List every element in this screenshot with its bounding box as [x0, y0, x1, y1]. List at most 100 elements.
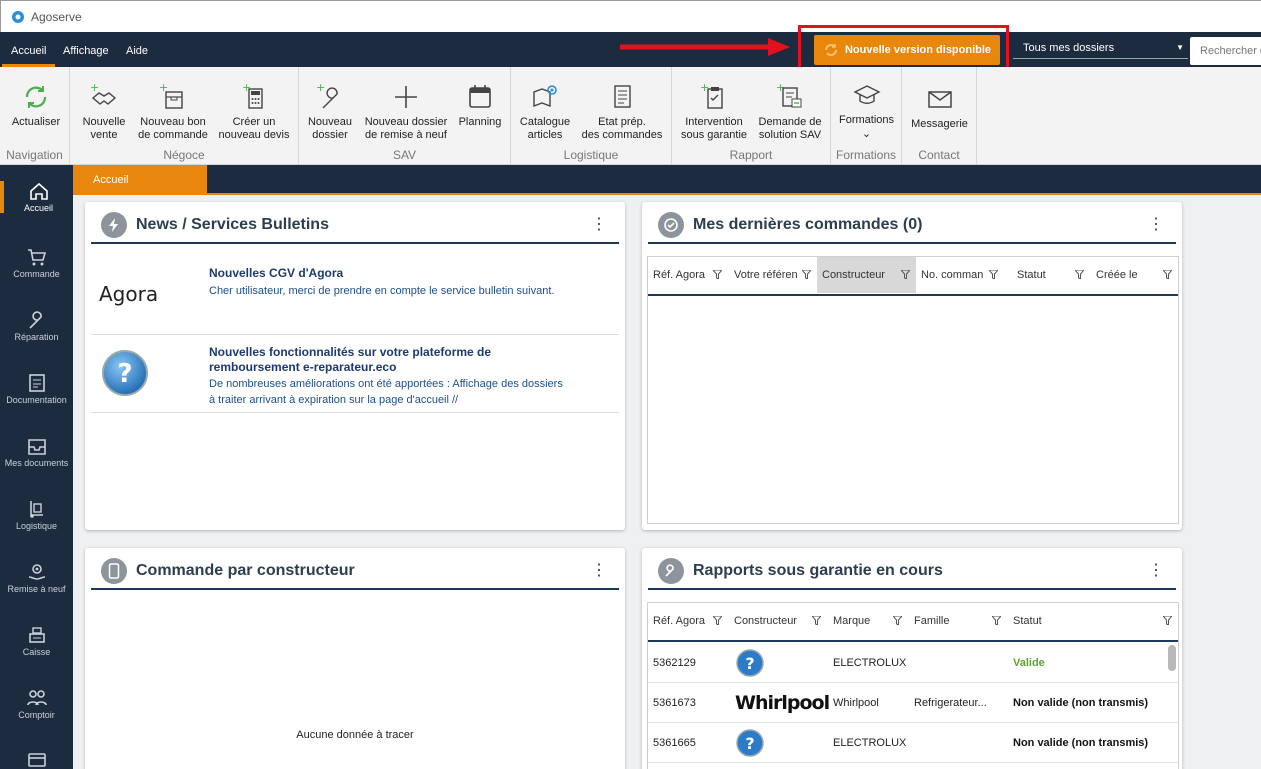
ribbon-group-negoce: + Nouvelle vente + Nouveau bon de comman…: [70, 67, 299, 165]
filter-icon[interactable]: [812, 616, 821, 625]
inbox-icon: [27, 439, 46, 455]
nav-commande-label: Commande: [13, 269, 60, 279]
new-sale-button[interactable]: + Nouvelle vente: [76, 81, 132, 142]
planning-button[interactable]: Planning: [455, 81, 505, 129]
svg-text:?: ?: [117, 359, 132, 389]
folder-select[interactable]: Tous mes dossiers ▼: [1013, 37, 1188, 59]
title-bar: Agoserve: [0, 0, 1261, 32]
update-available-button[interactable]: Nouvelle version disponible: [814, 35, 1000, 65]
sav-solution-request-label: Demande de solution SAV: [758, 116, 822, 141]
new-quote-button[interactable]: + Créer un nouveau devis: [216, 81, 292, 142]
news-item-title[interactable]: Nouvelles CGV d'Agora: [209, 266, 569, 281]
ribbon-group-contact: Messagerie Contact: [902, 67, 977, 165]
catalogue-label: Catalogue articles: [519, 116, 571, 141]
filter-icon[interactable]: [1163, 270, 1172, 279]
filter-icon[interactable]: [1163, 616, 1172, 625]
new-refurbish-file-button[interactable]: Nouveau dossier de remise à neuf: [361, 81, 451, 142]
panel-menu-icon[interactable]: ⋮: [591, 560, 607, 580]
filter-icon[interactable]: [901, 270, 910, 279]
filter-icon[interactable]: [802, 270, 811, 279]
nav-card[interactable]: [0, 751, 73, 769]
nav-accueil[interactable]: Accueil: [0, 181, 73, 213]
orders-grid: Réf. Agora Votre référen Constructeur No…: [647, 256, 1179, 524]
refresh-button[interactable]: Actualiser: [6, 81, 66, 129]
nav-comptoir[interactable]: Comptoir: [0, 688, 73, 720]
panel-menu-icon[interactable]: ⋮: [1148, 214, 1164, 234]
column-header[interactable]: Créée le: [1091, 257, 1151, 293]
menu-accueil[interactable]: Accueil: [2, 32, 56, 67]
table-row[interactable]: 5362129 ? ELECTROLUX Valide: [648, 643, 1178, 683]
panel-menu-icon[interactable]: ⋮: [591, 214, 607, 234]
refresh-label: Actualiser: [11, 116, 61, 128]
request-icon: +: [776, 82, 802, 108]
nav-logistique[interactable]: Logistique: [0, 499, 73, 531]
wrench-icon: [28, 311, 42, 329]
agora-logo: Agora: [99, 282, 159, 306]
new-order-button[interactable]: + Nouveau bon de commande: [136, 81, 210, 142]
nav-reparation[interactable]: Réparation: [0, 310, 73, 342]
nav-caisse[interactable]: Caisse: [0, 625, 73, 657]
ribbon: Actualiser Navigation + Nouvelle vente +…: [0, 67, 1261, 165]
nav-reparation-label: Réparation: [14, 332, 59, 342]
table-row[interactable]: 5361673 Whirlpool Whirlpool Refrigerateu…: [648, 683, 1178, 723]
warranty-reports-grid: Réf. Agora Constructeur Marque Famille S…: [647, 602, 1179, 769]
new-quote-label: Créer un nouveau devis: [218, 116, 290, 141]
cash-register-icon: [28, 627, 45, 643]
tab-accueil[interactable]: Accueil: [73, 165, 207, 195]
ribbon-group-formations: Formations ⌄ Formations: [831, 67, 902, 165]
filter-icon[interactable]: [1075, 270, 1084, 279]
whirlpool-logo: Whirlpool: [735, 692, 830, 714]
filter-icon[interactable]: [992, 616, 1001, 625]
column-header[interactable]: Statut: [1008, 603, 1078, 639]
menu-aide[interactable]: Aide: [126, 32, 148, 67]
new-order-label: Nouveau bon de commande: [138, 116, 208, 141]
column-header[interactable]: Marque: [828, 603, 898, 639]
nav-documentation[interactable]: Documentation: [0, 373, 73, 405]
warranty-intervention-button[interactable]: + Intervention sous garantie: [678, 81, 750, 142]
folder-select-value: Tous mes dossiers: [1023, 42, 1115, 54]
nav-commande[interactable]: Commande: [0, 247, 73, 279]
formations-button[interactable]: Formations ⌄: [835, 79, 898, 141]
svg-text:?: ?: [745, 734, 754, 753]
order-prep-button[interactable]: Etat prép. des commandes: [579, 81, 665, 142]
sav-solution-request-button[interactable]: + Demande de solution SAV: [756, 81, 824, 142]
news-item-title[interactable]: Nouvelles fonctionnalités sur votre plat…: [209, 345, 569, 375]
svg-text:+: +: [242, 82, 251, 94]
tablet-icon: [101, 558, 127, 584]
search-input[interactable]: Rechercher d: [1190, 37, 1261, 65]
news-item[interactable]: ? Nouvelles fonctionnalités sur votre pl…: [91, 335, 619, 413]
nav-comptoir-label: Comptoir: [18, 710, 55, 720]
messaging-label: Messagerie: [911, 118, 968, 130]
column-header[interactable]: No. comman: [916, 257, 986, 293]
catalogue-button[interactable]: Catalogue articles: [517, 81, 573, 142]
column-header[interactable]: Famille: [909, 603, 979, 639]
nav-remise-a-neuf[interactable]: Remise à neuf: [0, 562, 73, 594]
group-label-formations: Formations: [835, 148, 897, 162]
status-cell: Valide: [1013, 657, 1045, 669]
column-header[interactable]: Constructeur: [729, 603, 809, 639]
panel-menu-icon[interactable]: ⋮: [1148, 560, 1164, 580]
filter-icon[interactable]: [989, 270, 998, 279]
update-button-label: Nouvelle version disponible: [844, 44, 992, 56]
tab-strip: Accueil: [73, 165, 1261, 195]
lightning-icon: [101, 212, 127, 238]
nav-accueil-label: Accueil: [23, 203, 53, 213]
filter-icon[interactable]: [893, 616, 902, 625]
menu-affichage[interactable]: Affichage: [63, 32, 109, 67]
messaging-button[interactable]: Messagerie: [908, 83, 971, 131]
nav-logistique-label: Logistique: [15, 521, 58, 531]
status-cell: Non valide (non transmis): [1013, 697, 1149, 709]
filter-icon[interactable]: [713, 616, 722, 625]
question-icon: ?: [102, 350, 148, 396]
table-row[interactable]: 5361665 ? ELECTROLUX Non valide (non tra…: [648, 723, 1178, 763]
column-header[interactable]: Votre référen: [729, 257, 801, 293]
orders-panel: Mes dernières commandes (0) ⋮ Réf. Agora…: [642, 202, 1182, 530]
scrollbar[interactable]: [1168, 645, 1176, 671]
cart-icon: [27, 249, 46, 266]
filter-icon[interactable]: [713, 270, 722, 279]
nav-mes-documents[interactable]: Mes documents: [0, 436, 73, 468]
news-item[interactable]: Agora Nouvelles CGV d'Agora Cher utilisa…: [91, 256, 619, 335]
new-file-button[interactable]: + Nouveau dossier: [305, 81, 355, 142]
column-header[interactable]: Statut: [1012, 257, 1072, 293]
group-label-contact: Contact: [918, 148, 960, 162]
